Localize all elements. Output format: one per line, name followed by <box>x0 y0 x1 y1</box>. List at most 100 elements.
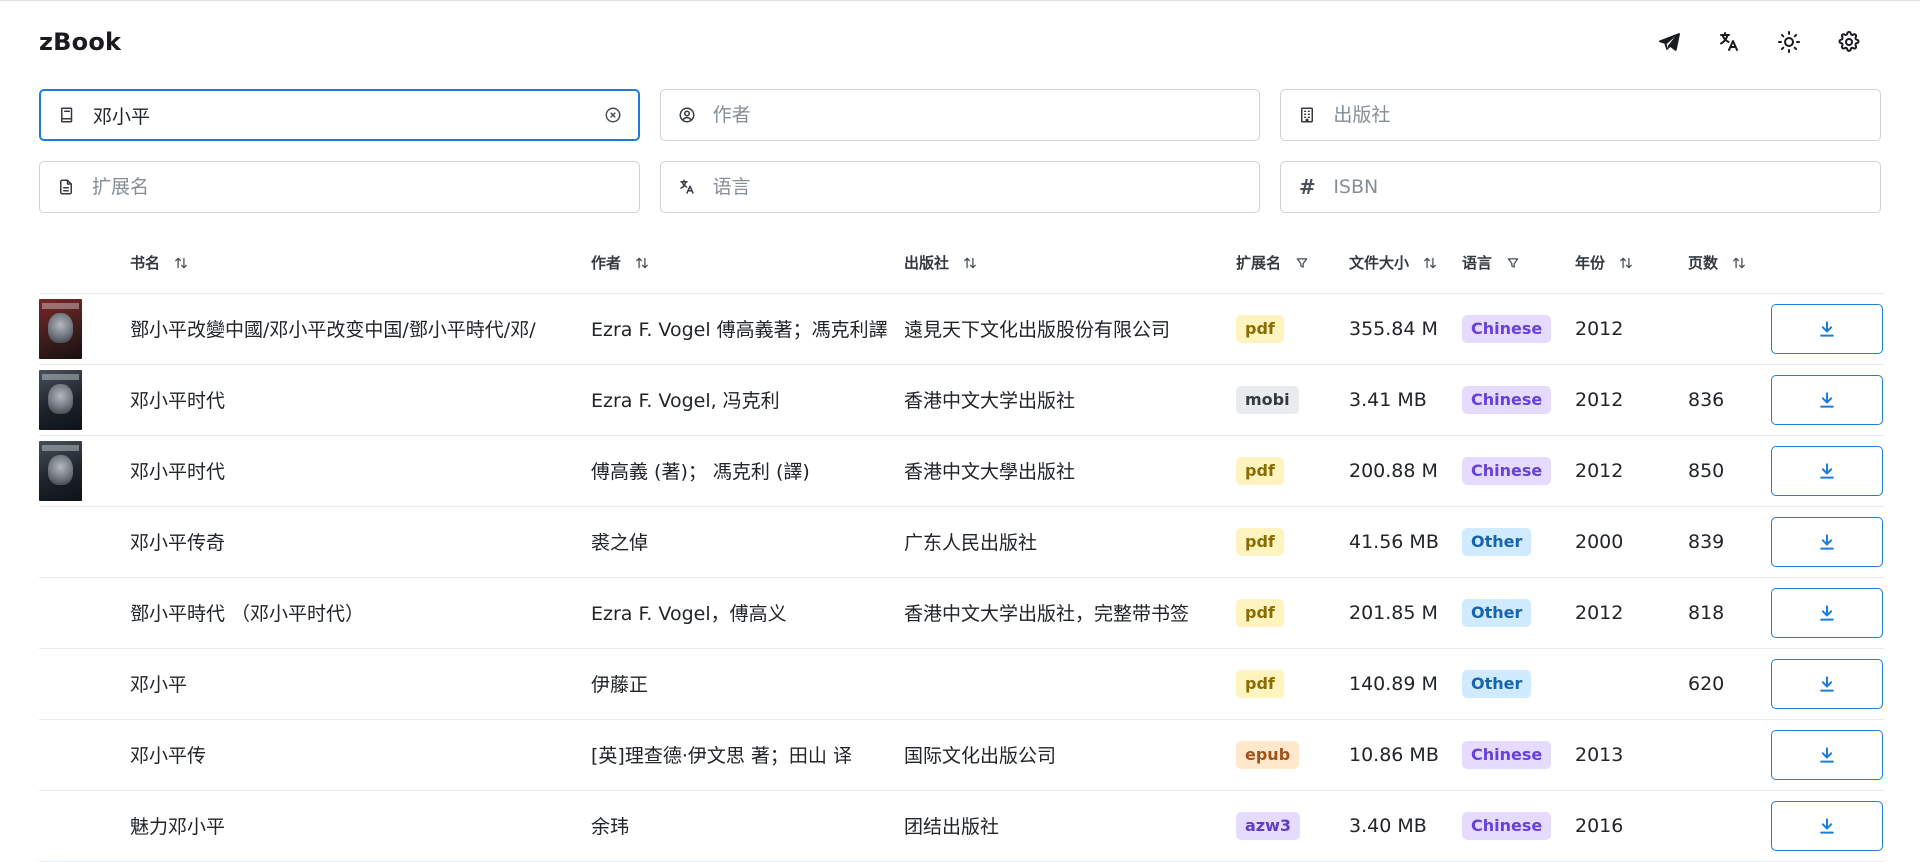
year-column-header[interactable]: 年份 <box>1575 233 1688 294</box>
book-filesize: 201.85 M <box>1349 601 1438 624</box>
book-author: 余玮 <box>591 816 630 838</box>
settings-icon[interactable] <box>1837 30 1861 54</box>
filter-icon[interactable] <box>1506 256 1520 270</box>
author-cell: Ezra F. Vogel 傅高義著；馮克利譯 <box>591 293 904 365</box>
book-pages: 839 <box>1688 530 1725 553</box>
action-cell <box>1771 364 1884 436</box>
sort-icon[interactable] <box>1423 256 1437 270</box>
publisher-search-field <box>1280 89 1881 141</box>
book-filesize: 3.40 MB <box>1349 814 1427 837</box>
language-cell: Chinese <box>1462 719 1575 791</box>
search-filters: # <box>39 89 1881 213</box>
book-title: 邓小平传 <box>130 745 207 767</box>
book-author: Ezra F. Vogel, 冯克利 <box>591 390 780 412</box>
download-button[interactable] <box>1771 445 1883 496</box>
language-badge: Chinese <box>1462 314 1552 343</box>
book-title: 鄧小平改變中國/邓小平改变中国/鄧小平時代/邓/ <box>130 319 536 341</box>
translate-icon[interactable] <box>1717 30 1741 54</box>
pages-column-label: 页数 <box>1688 254 1719 273</box>
year-cell: 2000 <box>1575 506 1688 578</box>
sort-icon[interactable] <box>1619 256 1633 270</box>
download-button[interactable] <box>1771 729 1883 780</box>
filter-icon[interactable] <box>1295 256 1309 270</box>
extension-badge: mobi <box>1236 385 1299 414</box>
author-cell: Ezra F. Vogel，傅高义 <box>591 577 904 649</box>
book-title: 邓小平时代 <box>130 461 226 483</box>
book-pages: 850 <box>1688 459 1725 482</box>
sort-icon[interactable] <box>635 256 649 270</box>
book-filesize: 200.88 M <box>1349 459 1438 482</box>
book-year: 2016 <box>1575 814 1624 837</box>
language-badge: Chinese <box>1462 811 1552 840</box>
book-publisher: 遠見天下文化出版股份有限公司 <box>904 319 1171 341</box>
language-badge: Other <box>1462 669 1532 698</box>
action-cell <box>1771 435 1884 507</box>
publisher-cell: 香港中文大学出版社，完整带书签 <box>904 577 1236 649</box>
filesize-column-header[interactable]: 文件大小 <box>1349 233 1462 294</box>
sort-icon[interactable] <box>174 256 188 270</box>
download-button[interactable] <box>1771 303 1883 354</box>
extension-cell: pdf <box>1236 648 1349 720</box>
telegram-icon[interactable] <box>1657 30 1681 54</box>
title-search-input[interactable] <box>93 91 588 139</box>
clear-title-button[interactable] <box>588 106 638 124</box>
language-search-input[interactable] <box>712 162 1260 212</box>
book-cover-image <box>39 440 82 501</box>
extension-column-label: 扩展名 <box>1236 254 1282 273</box>
download-icon <box>1817 816 1837 836</box>
book-filesize: 355.84 M <box>1349 317 1438 340</box>
table-row: 邓小平 伊藤正 pdf 140.89 M Other 620 <box>39 648 1884 720</box>
title-cell: 邓小平时代 <box>130 364 591 436</box>
book-title: 鄧小平時代 （邓小平时代） <box>130 603 365 625</box>
filesize-cell: 201.85 M <box>1349 577 1462 649</box>
download-icon <box>1817 674 1837 694</box>
author-column-header[interactable]: 作者 <box>591 233 904 294</box>
filesize-cell: 41.56 MB <box>1349 506 1462 578</box>
table-row: 邓小平时代 傅高義 (著)； 馮克利 (譯) 香港中文大學出版社 pdf 200.88 … <box>39 435 1884 507</box>
publisher-search-input[interactable] <box>1333 90 1880 140</box>
download-button[interactable] <box>1771 516 1883 567</box>
publisher-column-header[interactable]: 出版社 <box>904 233 1236 294</box>
cover-cell <box>39 719 130 791</box>
download-icon <box>1817 603 1837 623</box>
book-publisher: 香港中文大学出版社，完整带书签 <box>904 603 1190 625</box>
pages-cell: 839 <box>1688 506 1771 578</box>
translate-icon <box>661 178 713 196</box>
language-search-field <box>659 161 1261 213</box>
language-cell: Other <box>1462 506 1575 578</box>
download-button[interactable] <box>1771 658 1883 709</box>
extension-search-field <box>39 161 640 213</box>
extension-cell: mobi <box>1236 364 1349 436</box>
author-search-input[interactable] <box>712 90 1260 140</box>
book-year: 2000 <box>1575 530 1624 553</box>
language-column-label: 语言 <box>1462 254 1493 273</box>
action-cell <box>1771 648 1884 720</box>
sun-icon[interactable] <box>1777 30 1801 54</box>
book-year: 2012 <box>1575 459 1624 482</box>
sort-icon[interactable] <box>963 256 977 270</box>
cover-cell <box>39 435 130 507</box>
language-badge: Chinese <box>1462 456 1552 485</box>
download-button[interactable] <box>1771 800 1883 851</box>
extension-column-header[interactable]: 扩展名 <box>1236 233 1349 294</box>
language-cell: Chinese <box>1462 293 1575 365</box>
title-cell: 邓小平 <box>130 648 591 720</box>
pages-column-header[interactable]: 页数 <box>1688 233 1771 294</box>
table-body: 鄧小平改變中國/邓小平改变中国/鄧小平時代/邓/Ezra F. Vogel 傅高… <box>39 293 1884 862</box>
language-column-header[interactable]: 语言 <box>1462 233 1575 294</box>
sort-icon[interactable] <box>1732 256 1746 270</box>
book-publisher: 广东人民出版社 <box>904 532 1038 554</box>
download-button[interactable] <box>1771 587 1883 638</box>
hash-icon: # <box>1298 175 1316 199</box>
book-title: 魅力邓小平 <box>130 816 226 838</box>
filesize-cell: 3.40 MB <box>1349 790 1462 862</box>
isbn-search-input[interactable] <box>1333 162 1880 212</box>
download-button[interactable] <box>1771 374 1883 425</box>
app-header: zBook <box>39 0 1881 84</box>
book-title: 邓小平传奇 <box>130 532 226 554</box>
extension-badge: epub <box>1236 740 1300 769</box>
table-row: 鄧小平時代 （邓小平时代） Ezra F. Vogel，傅高义 香港中文大学出版社，… <box>39 577 1884 649</box>
book-filesize: 3.41 MB <box>1349 388 1427 411</box>
extension-search-input[interactable] <box>92 162 639 212</box>
title-column-header[interactable]: 书名 <box>130 233 591 294</box>
